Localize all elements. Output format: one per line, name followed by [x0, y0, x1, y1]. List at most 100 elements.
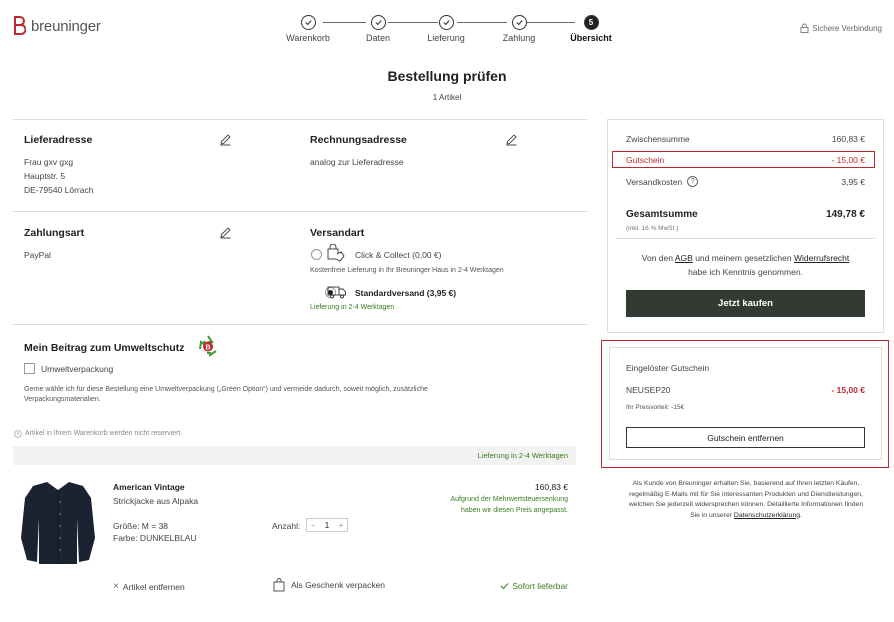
minus-icon[interactable]: − [307, 521, 319, 530]
gift-wrap-button[interactable]: Als Geschenk verpacken [273, 578, 385, 592]
privacy-policy-link[interactable]: Datenschutzerklärung [734, 512, 800, 519]
disclaimer-line: welchen Sie jederzeit widersprechen könn… [628, 501, 864, 508]
step-zahlung[interactable]: Zahlung [484, 14, 554, 43]
divider [13, 324, 587, 325]
checkout-stepper: Warenkorb Daten Lieferung Zahlung 5 Über… [280, 14, 620, 48]
brand-logo[interactable]: breuninger [14, 16, 101, 36]
remove-voucher-button[interactable]: Gutschein entfernen [626, 427, 865, 448]
divider [13, 119, 587, 120]
availability-label: Sofort lieferbar [512, 581, 568, 591]
check-icon [370, 15, 386, 30]
delivery-address-title: Lieferadresse [24, 134, 93, 146]
voucher-value: - 15,00 € [831, 155, 865, 165]
product-name[interactable]: Strickjacke aus Alpaka [113, 496, 198, 506]
check-icon [438, 15, 454, 30]
remove-item-label: Artikel entfernen [122, 581, 185, 592]
availability: Sofort lieferbar [500, 581, 568, 591]
voucher-row: Gutschein - 15,00 € [626, 155, 865, 165]
vat-note-line: haben wir diesen Preis angepasst. [460, 506, 568, 514]
agb-link[interactable]: AGB [675, 253, 693, 263]
shipping-cost-row: Versandkosten ? 3,95 € [626, 176, 865, 187]
payment-method: PayPal [24, 250, 51, 260]
remove-item-button[interactable]: × Artikel entfernen [113, 581, 185, 592]
billing-address-text: analog zur Lieferadresse [310, 157, 404, 167]
edit-delivery-address-icon[interactable] [219, 133, 232, 146]
edit-billing-address-icon[interactable] [505, 133, 518, 146]
newsletter-disclaimer: Als Kunde von Breuninger erhalten Sie, b… [608, 479, 884, 521]
check-icon [500, 583, 509, 590]
subtotal-row: Zwischensumme 160,83 € [626, 134, 865, 144]
disclaimer-line: . [800, 511, 802, 519]
vat-note-line: Aufgrund der Mehrwertsteuersenkung [450, 496, 568, 503]
total-value: 149,78 € [826, 209, 865, 220]
eco-title: Mein Beitrag zum Umweltschutz [24, 342, 185, 354]
eco-description-line: Gerne wähle ich für diese Bestellung ein… [24, 386, 428, 393]
voucher-advantage: Ihr Preisvorteil: -15€ [626, 404, 685, 411]
quantity-stepper[interactable]: − 1 + [306, 518, 348, 532]
vat-included-note: (inkl. 16 % MwSt.) [626, 225, 679, 232]
terms-text: Von den AGB und meinem gesetzlichen Wide… [608, 251, 883, 279]
check-icon [300, 15, 316, 30]
standard-shipping-note: Lieferung in 2-4 Werktagen [310, 304, 395, 311]
eco-description: Gerne wähle ich für diese Bestellung ein… [24, 385, 524, 405]
disclaimer-line: regelmäßig E-Mails mit für Sie interessa… [629, 490, 863, 498]
step-label: Übersicht [570, 33, 612, 43]
address-line: Frau gxv gxg [24, 157, 74, 167]
product-image[interactable] [17, 478, 99, 568]
terms-post: habe ich Kenntnis genommen. [688, 267, 803, 277]
standard-shipping-label[interactable]: Standardversand (3,95 €) [355, 288, 456, 298]
disclaimer-line: Als Kunde von Breuninger erhalten Sie, b… [632, 480, 860, 487]
address-line: DE-79540 Lörrach [24, 185, 94, 195]
voucher-label: Gutschein [626, 155, 665, 165]
delivery-address: Frau gxv gxg Hauptstr. 5 DE-79540 Lörrac… [24, 155, 93, 197]
gift-wrap-label: Als Geschenk verpacken [291, 580, 386, 590]
svg-text:B: B [205, 345, 210, 352]
step-number: 5 [583, 15, 599, 30]
quantity-value[interactable]: 1 [319, 521, 335, 530]
edit-payment-icon[interactable] [219, 226, 232, 239]
product-price: 160,83 € [534, 482, 568, 492]
info-icon[interactable]: ? [687, 176, 699, 187]
click-collect-radio[interactable] [311, 249, 322, 260]
eco-description-line: Verpackungsmaterialien. [24, 396, 101, 403]
step-uebersicht: 5 Übersicht [556, 14, 626, 43]
click-collect-label[interactable]: Click & Collect (0,00 €) [355, 250, 441, 260]
article-count: 1 Artikel [432, 93, 462, 102]
secure-label: Sichere Verbindung [812, 23, 882, 33]
buy-now-button[interactable]: Jetzt kaufen [626, 290, 865, 317]
step-daten[interactable]: Daten [343, 14, 413, 43]
billing-address-title: Rechnungsadresse [310, 134, 407, 146]
eco-packaging-checkbox[interactable] [24, 363, 35, 374]
product-brand[interactable]: American Vintage [113, 482, 185, 492]
voucher-code: NEUSEP20 [626, 385, 671, 395]
step-warenkorb[interactable]: Warenkorb [273, 14, 343, 43]
subtotal-label: Zwischensumme [626, 134, 690, 144]
shipping-title: Versandart [310, 227, 365, 239]
check-icon [511, 15, 527, 30]
voucher-box-title: Eingelöster Gutschein [626, 363, 710, 373]
terms-pre: Von den [641, 253, 675, 263]
reserve-note: Artikel in Ihrem Warenkorb werden nicht … [25, 430, 183, 437]
step-label: Lieferung [427, 33, 465, 43]
delivery-bar: Lieferung in 2-4 Werktagen [13, 446, 576, 465]
eco-packaging-label[interactable]: Umweltverpackung [41, 364, 113, 374]
click-collect-note: Kostenfreie Lieferung in Ihr Breuninger … [310, 267, 504, 274]
payment-title: Zahlungsart [24, 227, 85, 239]
address-line: Hauptstr. 5 [24, 171, 66, 181]
step-label: Warenkorb [286, 33, 330, 43]
step-lieferung[interactable]: Lieferung [411, 14, 481, 43]
divider [616, 238, 875, 239]
product-size: Größe: M = 38 [113, 521, 169, 531]
plus-icon[interactable]: + [335, 521, 347, 530]
close-icon: × [113, 581, 119, 592]
subtotal-value: 160,83 € [831, 134, 865, 144]
click-collect-icon [327, 244, 345, 262]
withdrawal-link[interactable]: Widerrufsrecht [794, 253, 849, 263]
voucher-amount: - 15,00 € [831, 385, 865, 395]
step-label: Daten [365, 33, 391, 43]
delivery-bar-text: Lieferung in 2-4 Werktagen [477, 451, 568, 460]
order-summary: Zwischensumme 160,83 € Gutschein - 15,00… [607, 119, 884, 333]
quantity-label: Anzahl: [272, 521, 301, 531]
redeemed-voucher-box: Eingelöster Gutschein NEUSEP20 - 15,00 €… [609, 347, 882, 460]
product-color: Farbe: DUNKELBLAU [113, 533, 197, 543]
